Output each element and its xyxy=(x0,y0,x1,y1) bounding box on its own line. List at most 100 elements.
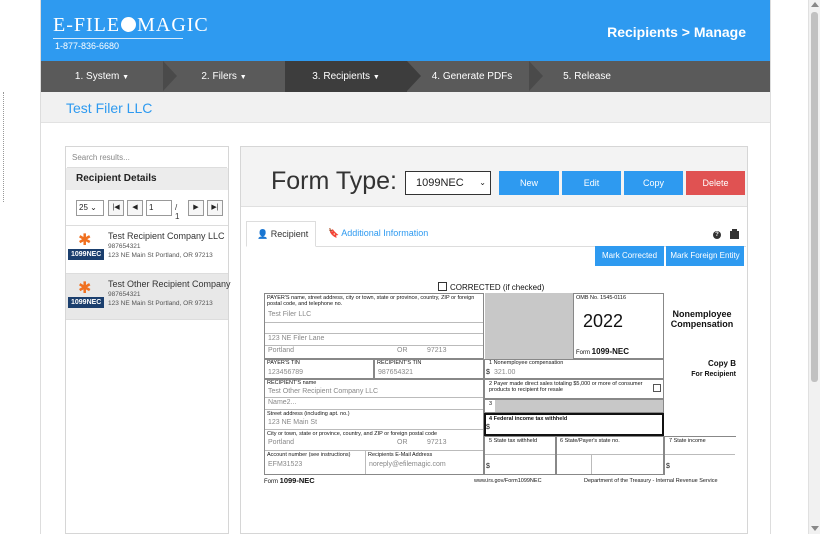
top-bar: E-FILE MAGIC 1-877-836-6680 Recipients > … xyxy=(41,0,770,61)
recipient-name: Test Other Recipient Company xyxy=(108,279,231,289)
list-item[interactable]: ✱ 1099NEC Test Recipient Company LLC 987… xyxy=(66,225,228,271)
next-page-icon: ▶ xyxy=(193,204,199,211)
tab-additional-information[interactable]: 🔖 Additional Information xyxy=(328,221,428,247)
dollar-sign: $ xyxy=(666,463,670,470)
edit-button[interactable]: Edit xyxy=(562,171,621,195)
caret-down-icon: ▼ xyxy=(239,74,247,81)
chevron-down-icon: ⌄ xyxy=(479,178,486,187)
box1-field[interactable]: 321.00 xyxy=(494,369,515,376)
new-button[interactable]: New xyxy=(499,171,559,195)
page-number-input[interactable]: 1 xyxy=(146,200,172,216)
form-title-line2: Compensation xyxy=(670,319,734,329)
field-divider xyxy=(591,454,592,474)
step-label: 5. Release xyxy=(563,71,611,82)
caret-down-icon: ▼ xyxy=(372,74,380,81)
corrected-checkbox-row[interactable]: CORRECTED (if checked) xyxy=(438,282,544,292)
caret-down-icon: ▼ xyxy=(122,74,130,81)
brand-name-right: MAGIC xyxy=(137,14,209,36)
star-icon: ✱ xyxy=(78,232,92,249)
list-item[interactable]: ✱ 1099NEC Test Other Recipient Company 9… xyxy=(66,273,231,319)
box2-checkbox[interactable] xyxy=(653,384,661,392)
recipient-state-field[interactable]: OR xyxy=(397,439,408,446)
step-system[interactable]: 1. System ▼ xyxy=(41,61,163,92)
tab-recipient[interactable]: 👤 Recipient xyxy=(246,221,316,247)
payer-zip-field[interactable]: 97213 xyxy=(427,347,446,354)
recipient-city-field[interactable]: Portland xyxy=(268,439,294,446)
recipient-list-panel: Recipient Details 25 ⌄ |◀ ◀ 1 / 1 ▶ ▶| ✱… xyxy=(65,146,231,534)
filer-bar: Test Filer LLC xyxy=(41,92,770,123)
step-recipients[interactable]: 3. Recipients ▼ xyxy=(285,61,407,92)
step-generate-pdfs[interactable]: 4. Generate PDFs xyxy=(411,61,533,92)
next-page-button[interactable]: ▶ xyxy=(188,200,204,216)
mark-corrected-button[interactable]: Mark Corrected xyxy=(595,246,664,266)
logo-underline xyxy=(53,38,183,39)
copy-b-label: Copy B xyxy=(708,359,736,368)
payer-state-field[interactable]: OR xyxy=(397,347,408,354)
email-field[interactable]: noreply@efilemagic.com xyxy=(369,461,446,468)
recipient-name: Test Recipient Company LLC xyxy=(108,231,225,241)
account-label: Account number (see instructions) xyxy=(267,452,351,458)
recipient-zip-field[interactable]: 97213 xyxy=(427,439,446,446)
dollar-sign: $ xyxy=(486,463,490,470)
form-type-select[interactable]: 1099NEC ⌄ xyxy=(405,171,491,195)
form-type-value: 1099NEC xyxy=(416,177,464,189)
page-scrollbar[interactable] xyxy=(808,0,820,534)
footer-url: www.irs.gov/Form1099NEC xyxy=(474,478,542,484)
filer-name[interactable]: Test Filer LLC xyxy=(66,100,152,116)
copy-button[interactable]: Copy xyxy=(624,171,683,195)
print-icon[interactable] xyxy=(730,229,739,239)
scroll-down-icon[interactable] xyxy=(811,526,819,531)
payer-street-field[interactable]: 123 NE Filer Lane xyxy=(268,335,324,342)
payer-label: PAYER'S name, street address, city or to… xyxy=(267,295,475,307)
form-prefix: Form xyxy=(576,350,590,356)
shaded-area xyxy=(485,293,573,359)
star-icon: ✱ xyxy=(78,280,92,297)
payer-city-field[interactable]: Portland xyxy=(268,347,294,354)
last-page-button[interactable]: ▶| xyxy=(207,200,223,216)
form-footer-id: Form 1099-NEC xyxy=(264,476,315,485)
form-badge: 1099NEC xyxy=(68,297,105,308)
step-release[interactable]: 5. Release xyxy=(531,61,643,92)
app-shell: E-FILE MAGIC 1-877-836-6680 Recipients > … xyxy=(40,0,771,534)
field-divider xyxy=(485,454,555,455)
recipient-name2-field[interactable]: Name2... xyxy=(268,399,296,406)
scroll-thumb[interactable] xyxy=(811,12,818,382)
recipient-tin: 987654321 xyxy=(108,291,141,298)
brand-name-left: E-FILE xyxy=(53,14,121,36)
for-recipient-label: For Recipient xyxy=(691,371,736,378)
left-edge-handle xyxy=(3,92,5,202)
field-divider xyxy=(665,454,735,455)
page-size-value: 25 xyxy=(79,203,88,212)
tab-label: Additional Information xyxy=(341,228,429,238)
city-label: City or town, state or province, country… xyxy=(267,431,438,437)
field-divider xyxy=(265,397,483,398)
step-label: 4. Generate PDFs xyxy=(431,71,513,82)
recipient-tin-field[interactable]: 987654321 xyxy=(378,369,413,376)
mark-foreign-entity-button[interactable]: Mark Foreign Entity xyxy=(666,246,744,266)
recipient-name-field[interactable]: Test Other Recipient Company LLC xyxy=(268,388,378,395)
account-field[interactable]: EFM31523 xyxy=(268,461,302,468)
help-icon[interactable]: ? xyxy=(713,231,721,239)
field-divider xyxy=(365,450,366,474)
page-size-select[interactable]: 25 ⌄ xyxy=(76,200,104,216)
recipient-tin: 987654321 xyxy=(108,243,141,250)
email-label: Recipients E-Mail Address xyxy=(368,452,433,458)
search-input[interactable] xyxy=(67,148,227,168)
page-title: Recipients > Manage xyxy=(607,24,746,40)
delete-button[interactable]: Delete xyxy=(686,171,745,195)
user-icon: 👤 xyxy=(257,229,269,239)
scroll-up-icon[interactable] xyxy=(811,2,819,7)
payer-tin-field[interactable]: 123456789 xyxy=(268,369,303,376)
prev-page-button[interactable]: ◀ xyxy=(127,200,143,216)
payer-name-field[interactable]: Test Filer LLC xyxy=(268,311,311,318)
step-filers[interactable]: 2. Filers ▼ xyxy=(163,61,285,92)
corrected-checkbox[interactable] xyxy=(438,282,447,291)
tab-label: Recipient xyxy=(270,229,309,239)
brand-logo[interactable]: E-FILE MAGIC xyxy=(53,14,209,37)
step-label: 1. System xyxy=(74,71,120,82)
first-page-button[interactable]: |◀ xyxy=(108,200,124,216)
form-badge: 1099NEC xyxy=(68,249,105,260)
box6-label: 6 State/Payer's state no. xyxy=(560,438,620,444)
dollar-sign: $ xyxy=(486,424,490,431)
recipient-street-field[interactable]: 123 NE Main St xyxy=(268,419,317,426)
